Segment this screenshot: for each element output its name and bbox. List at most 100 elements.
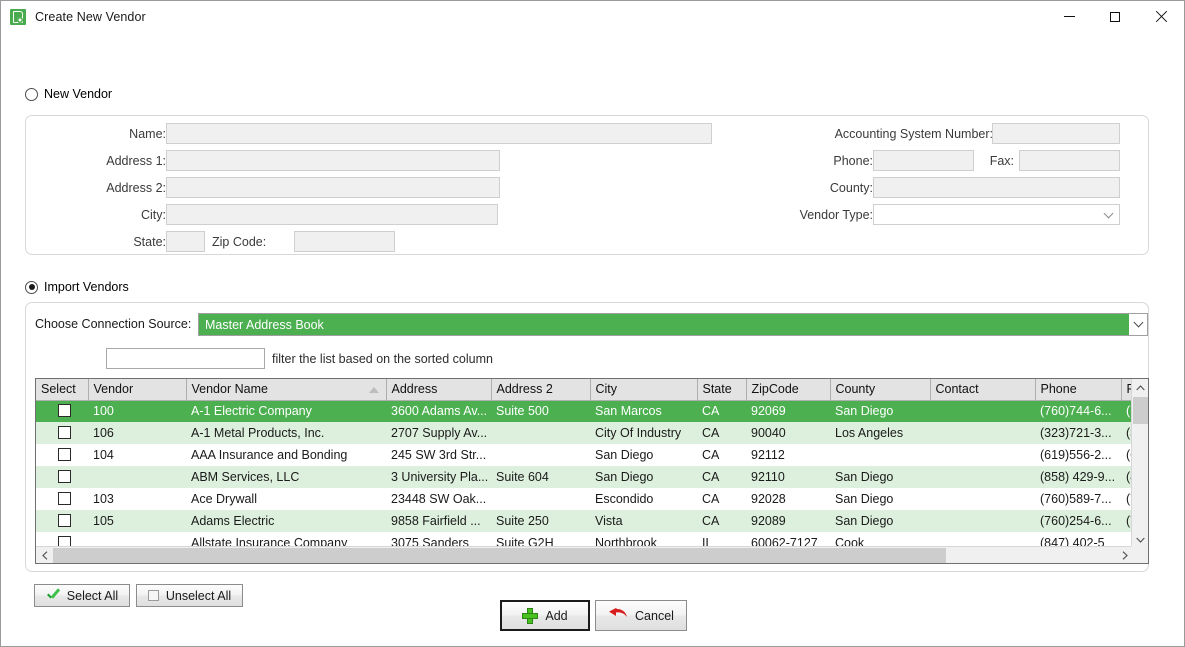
grid-horizontal-scrollbar[interactable] (36, 546, 1133, 563)
cell-contact (930, 400, 1035, 422)
window-controls (1046, 1, 1184, 32)
filter-input[interactable] (106, 348, 265, 369)
label-state: State: (133, 235, 166, 249)
state-input[interactable] (166, 231, 205, 252)
title-bar: Create New Vendor (1, 1, 1184, 32)
row-select-cell[interactable] (36, 422, 88, 444)
column-header-address[interactable]: Address (386, 379, 492, 401)
row-checkbox[interactable] (58, 492, 71, 505)
cell-address: 245 SW 3rd Str... (391, 448, 487, 462)
zipcode-input[interactable] (294, 231, 395, 252)
cell-zipcode: 90040 (746, 422, 830, 444)
cell-state: CA (697, 510, 746, 532)
connection-source-dropdown-button[interactable] (1129, 314, 1147, 335)
cell-phone: (760)254-6... (1035, 510, 1121, 532)
cell-zipcode: 92028 (751, 492, 786, 506)
column-header-contact[interactable]: Contact (930, 379, 1036, 401)
scroll-left-button[interactable] (36, 547, 53, 563)
table-row[interactable]: 106 A-1 Metal Products, Inc. 2707 Supply A… (36, 422, 1133, 444)
column-header-county[interactable]: County (830, 379, 931, 401)
vendor-app-icon (10, 8, 26, 25)
plus-icon (522, 607, 539, 624)
maximize-button[interactable] (1092, 1, 1138, 32)
row-checkbox[interactable] (58, 426, 71, 439)
fax-input[interactable] (1019, 150, 1120, 171)
cell-vendor-name: AAA Insurance and Bonding (191, 448, 348, 462)
cancel-button[interactable]: Cancel (595, 600, 687, 631)
cell-zipcode: 92110 (746, 466, 830, 488)
label-choose-connection-source: Choose Connection Source: (35, 317, 192, 331)
cell-county: San Diego (830, 400, 930, 422)
column-header-city[interactable]: City (590, 379, 698, 401)
vendor-type-select[interactable] (873, 204, 1120, 225)
label-address1: Address 1: (106, 154, 166, 168)
cell-address: 2707 Supply Av... (386, 422, 491, 444)
add-button[interactable]: Add (500, 600, 590, 631)
row-select-cell[interactable] (36, 466, 88, 488)
column-header-vendor[interactable]: Vendor (88, 379, 187, 401)
connection-source-select[interactable]: Master Address Book (198, 313, 1148, 336)
grid-horizontal-scrollbar-thumb[interactable] (53, 548, 946, 563)
label-name: Name: (129, 127, 166, 141)
accounting-system-number-input[interactable] (992, 123, 1120, 144)
table-row[interactable]: 105 Adams Electric 9858 Fairfield ... Suite… (36, 510, 1133, 532)
add-button-label: Add (545, 608, 568, 623)
table-row[interactable]: 100 A-1 Electric Company 3600 Adams Av... S… (36, 400, 1133, 422)
column-header-select[interactable]: Select (36, 379, 89, 401)
row-select-cell[interactable] (36, 510, 88, 532)
table-row[interactable]: 103 Ace Drywall 23448 SW Oak... Escondido CA… (36, 488, 1133, 510)
grid-vertical-scrollbar[interactable] (1131, 379, 1148, 548)
cell-phone: (619)556-2... (1040, 448, 1112, 462)
minimize-button[interactable] (1046, 1, 1092, 32)
address1-input[interactable] (166, 150, 500, 171)
cell-vendor-name: A-1 Electric Company (186, 400, 386, 422)
cell-address: 9858 Fairfield ... (386, 510, 491, 532)
row-checkbox[interactable] (58, 470, 71, 483)
vendors-table: Select Vendor Vendor Name Address Addres… (36, 379, 1133, 548)
scroll-up-button[interactable] (1132, 379, 1148, 396)
grid-vertical-scrollbar-thumb[interactable] (1133, 397, 1148, 424)
cell-zipcode: 92069 (746, 400, 830, 422)
cell-vendor: 104 (93, 448, 114, 462)
cell-phone: (760)744-6... (1035, 400, 1121, 422)
name-input[interactable] (166, 123, 712, 144)
cell-county: San Diego (830, 510, 930, 532)
row-select-cell[interactable] (36, 400, 88, 422)
cell-state: CA (702, 448, 720, 462)
table-row[interactable]: 104 AAA Insurance and Bonding 245 SW 3rd S… (36, 444, 1133, 466)
radio-import-vendors[interactable]: Import Vendors (25, 280, 129, 294)
column-header-address2[interactable]: Address 2 (491, 379, 591, 401)
cancel-arrow-icon (608, 607, 628, 624)
select-all-button[interactable]: Select All (34, 584, 130, 607)
vendors-grid: Select Vendor Vendor Name Address Addres… (35, 378, 1149, 564)
grid-scrollbar-corner (1131, 546, 1148, 563)
city-input[interactable] (166, 204, 498, 225)
column-header-vendor-name[interactable]: Vendor Name (186, 379, 387, 401)
unselect-all-button[interactable]: Unselect All (136, 584, 243, 607)
cell-vendor (88, 466, 186, 488)
cell-county (830, 444, 930, 466)
close-button[interactable] (1138, 1, 1184, 32)
phone-input[interactable] (873, 150, 974, 171)
row-select-cell[interactable] (36, 444, 88, 466)
county-input[interactable] (873, 177, 1120, 198)
vendors-grid-viewport: Select Vendor Vendor Name Address Addres… (36, 379, 1133, 548)
radio-import-vendors-indicator (25, 280, 38, 294)
label-address2: Address 2: (106, 181, 166, 195)
row-checkbox[interactable] (58, 404, 71, 418)
column-header-zipcode[interactable]: ZipCode (746, 379, 831, 401)
column-header-phone[interactable]: Phone (1035, 379, 1122, 401)
bottom-divider (2, 645, 1184, 646)
address2-input[interactable] (166, 177, 500, 198)
label-accounting-system-number: Accounting System Number: (834, 127, 993, 141)
cell-city: City Of Industry (590, 422, 697, 444)
column-header-state[interactable]: State (697, 379, 747, 401)
row-select-cell[interactable] (36, 488, 88, 510)
cell-address2: Suite 604 (491, 466, 590, 488)
table-row[interactable]: ABM Services, LLC 3 University Pla... Suit… (36, 466, 1133, 488)
row-checkbox[interactable] (58, 448, 71, 461)
radio-new-vendor[interactable]: New Vendor (25, 87, 112, 101)
row-checkbox[interactable] (58, 514, 71, 527)
cell-state: CA (702, 492, 720, 506)
cell-contact (930, 466, 1035, 488)
